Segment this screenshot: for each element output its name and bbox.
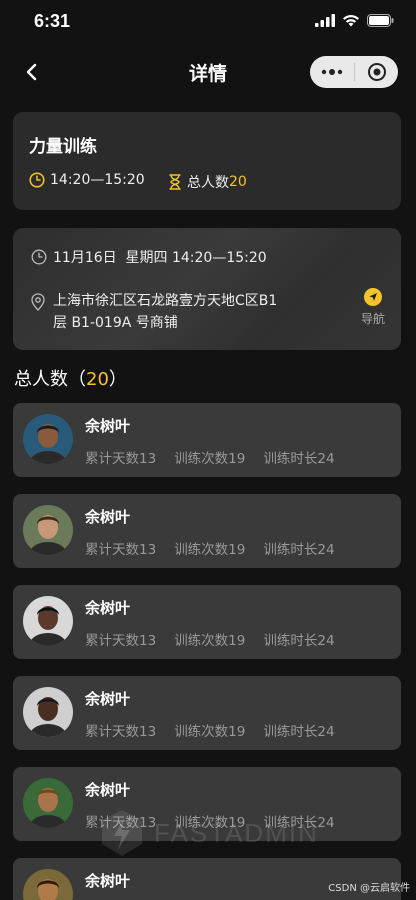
mini-program-capsule	[310, 56, 398, 88]
address-line-1: 上海市徐汇区石龙路壹方天地C区B1	[53, 293, 278, 309]
section-label: 总人数（	[14, 369, 86, 390]
member-stats: 累计天数13 训练次数19 训练时长24	[85, 720, 335, 740]
status-time: 6:31	[34, 11, 71, 31]
clock-outline-icon	[31, 249, 47, 265]
fastadmin-watermark: FASTADMIN	[100, 808, 319, 858]
navigation-arrow-icon	[363, 288, 382, 306]
course-time-range: 14:20—15:20	[50, 172, 145, 188]
csdn-credit: CSDN @云启软件	[328, 883, 410, 894]
avatar	[23, 869, 73, 900]
avatar	[23, 414, 73, 464]
member-stats: 累计天数13 训练次数19 训练时长24	[85, 629, 335, 649]
member-times: 训练次数19	[174, 451, 246, 467]
section-count: 20	[86, 369, 109, 390]
course-card: 力量训练 14:20—15:20 总人数 20	[13, 112, 401, 210]
member-duration: 训练时长24	[263, 542, 335, 558]
member-times: 训练次数19	[174, 542, 246, 558]
member-name: 余树叶	[85, 508, 131, 526]
person-avatar-icon	[23, 778, 73, 828]
battery-icon	[367, 14, 394, 27]
person-avatar-icon	[23, 505, 73, 555]
avatar	[23, 596, 73, 646]
member-stats: 累计天数13 训练次数19 训练时长24	[85, 538, 335, 558]
member-name: 余树叶	[85, 781, 131, 799]
target-close-icon	[367, 63, 386, 81]
status-icons	[315, 14, 394, 27]
member-times: 训练次数19	[174, 724, 246, 740]
member-duration: 训练时长24	[263, 633, 335, 649]
person-avatar-icon	[23, 869, 73, 900]
member-days: 累计天数13	[85, 451, 157, 467]
course-total: 总人数 20	[168, 172, 247, 192]
member-name: 余树叶	[85, 690, 131, 708]
member-card[interactable]: 余树叶 累计天数13 训练次数19 训练时长24	[13, 676, 401, 750]
member-name: 余树叶	[85, 417, 131, 435]
watermark-text: FASTADMIN	[154, 817, 319, 848]
wifi-icon	[343, 14, 359, 27]
avatar	[23, 505, 73, 555]
more-button[interactable]	[310, 56, 354, 88]
location-datetime-row: 11月16日 星期四 14:20—15:20	[31, 247, 267, 267]
address-line-2: 层 B1-019A 号商铺	[53, 315, 178, 331]
member-days: 累计天数13	[85, 724, 157, 740]
course-time: 14:20—15:20	[29, 172, 145, 188]
person-avatar-icon	[23, 414, 73, 464]
member-days: 累计天数13	[85, 633, 157, 649]
navigate-button[interactable]: 导航	[361, 288, 385, 327]
location-card: 11月16日 星期四 14:20—15:20 上海市徐汇区石龙路壹方天地C区B1…	[13, 228, 401, 350]
member-card[interactable]: 余树叶 累计天数13 训练次数19 训练时长24	[13, 585, 401, 659]
member-duration: 训练时长24	[263, 724, 335, 740]
member-stats: 累计天数13 训练次数19 训练时长24	[85, 447, 335, 467]
person-avatar-icon	[23, 687, 73, 737]
location-datetime: 11月16日 星期四 14:20—15:20	[53, 250, 267, 266]
member-days: 累计天数13	[85, 542, 157, 558]
location-address-row: 上海市徐汇区石龙路壹方天地C区B1 层 B1-019A 号商铺	[31, 290, 331, 334]
navigation-bar: 详情	[0, 50, 416, 94]
navigate-label: 导航	[360, 312, 385, 326]
member-name: 余树叶	[85, 872, 131, 890]
avatar	[23, 778, 73, 828]
members-section-title: 总人数（20）	[14, 365, 127, 391]
location-pin-icon	[31, 293, 45, 311]
clock-icon	[29, 172, 45, 188]
course-total-value: 20	[229, 174, 247, 190]
more-dots-icon	[321, 69, 343, 75]
member-times: 训练次数19	[174, 633, 246, 649]
signal-icon	[315, 14, 335, 27]
fastadmin-logo-icon	[102, 810, 142, 856]
section-suffix: ）	[108, 369, 127, 390]
avatar	[23, 687, 73, 737]
course-title: 力量训练	[29, 137, 97, 157]
hourglass-icon	[169, 174, 181, 190]
close-mini-program-button[interactable]	[355, 56, 398, 88]
course-total-label: 总人数	[187, 175, 229, 191]
member-duration: 训练时长24	[263, 451, 335, 467]
member-card[interactable]: 余树叶 累计天数13 训练次数19 训练时长24	[13, 494, 401, 568]
person-avatar-icon	[23, 596, 73, 646]
member-card[interactable]: 余树叶 累计天数13 训练次数19 训练时长24	[13, 403, 401, 477]
status-bar: 6:31	[0, 0, 416, 44]
member-name: 余树叶	[85, 599, 131, 617]
